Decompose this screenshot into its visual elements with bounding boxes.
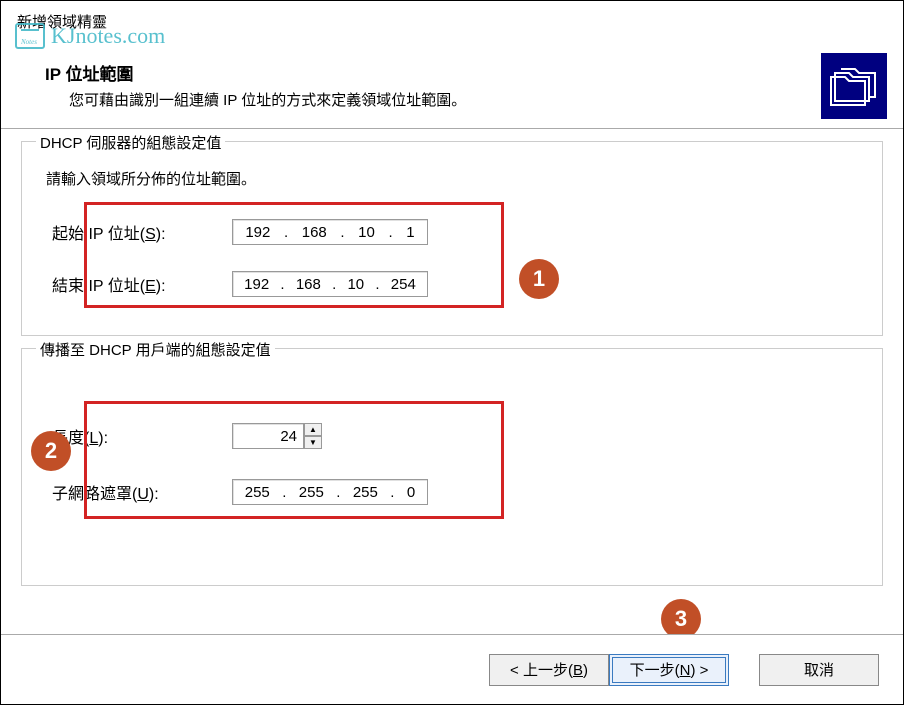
wizard-footer: < 上一步(B) 下一步(N) > 取消: [1, 634, 903, 704]
length-spin-up[interactable]: ▲: [304, 423, 322, 436]
length-spin-buttons: ▲ ▼: [304, 423, 322, 449]
dhcp-server-config-group: DHCP 伺服器的組態設定值 請輸入領域所分佈的位址範圍。 起始 IP 位址(S…: [21, 141, 883, 336]
cancel-button[interactable]: 取消: [759, 654, 879, 686]
subnet-mask-row: 子網路遮罩(U): 255. 255. 255. 0: [52, 479, 862, 505]
subnet-mask-input[interactable]: 255. 255. 255. 0: [232, 479, 428, 505]
wizard-header: 新增領域精靈 KJnotes.com IP 位址範圍 您可藉由識別一組連續 IP…: [1, 1, 903, 128]
group1-legend: DHCP 伺服器的組態設定值: [36, 132, 225, 153]
length-label: 長度(L):: [52, 424, 232, 448]
page-title: IP 位址範圍: [45, 60, 887, 85]
wizard-body: DHCP 伺服器的組態設定值 請輸入領域所分佈的位址範圍。 起始 IP 位址(S…: [1, 129, 903, 606]
wizard-folder-icon: [821, 53, 887, 119]
back-button[interactable]: < 上一步(B): [489, 654, 609, 686]
group1-intro: 請輸入領域所分佈的位址範圍。: [46, 168, 862, 189]
page-description: 您可藉由識別一組連續 IP 位址的方式來定義領域位址範圍。: [69, 89, 887, 110]
start-ip-row: 起始 IP 位址(S): 192. 168. 10. 1: [52, 219, 862, 245]
start-ip-label: 起始 IP 位址(S):: [52, 220, 232, 244]
group2-legend: 傳播至 DHCP 用戶端的組態設定值: [36, 339, 275, 360]
end-ip-input[interactable]: 192. 168. 10. 254: [232, 271, 428, 297]
next-button[interactable]: 下一步(N) >: [609, 654, 729, 686]
length-spin-down[interactable]: ▼: [304, 436, 322, 449]
wizard-window: 新增領域精靈 KJnotes.com IP 位址範圍 您可藉由識別一組連續 IP…: [0, 0, 904, 705]
length-row: 長度(L): ▲ ▼: [52, 423, 862, 449]
subnet-mask-label: 子網路遮罩(U):: [52, 480, 232, 504]
window-title: 新增領域精靈: [17, 11, 887, 32]
length-spinner[interactable]: ▲ ▼: [232, 423, 322, 449]
start-ip-input[interactable]: 192. 168. 10. 1: [232, 219, 428, 245]
end-ip-label: 結束 IP 位址(E):: [52, 272, 232, 296]
dhcp-client-config-group: 傳播至 DHCP 用戶端的組態設定值 長度(L): ▲ ▼ 子網路遮罩(U):: [21, 348, 883, 586]
length-input[interactable]: [232, 423, 304, 449]
end-ip-row: 結束 IP 位址(E): 192. 168. 10. 254: [52, 271, 862, 297]
